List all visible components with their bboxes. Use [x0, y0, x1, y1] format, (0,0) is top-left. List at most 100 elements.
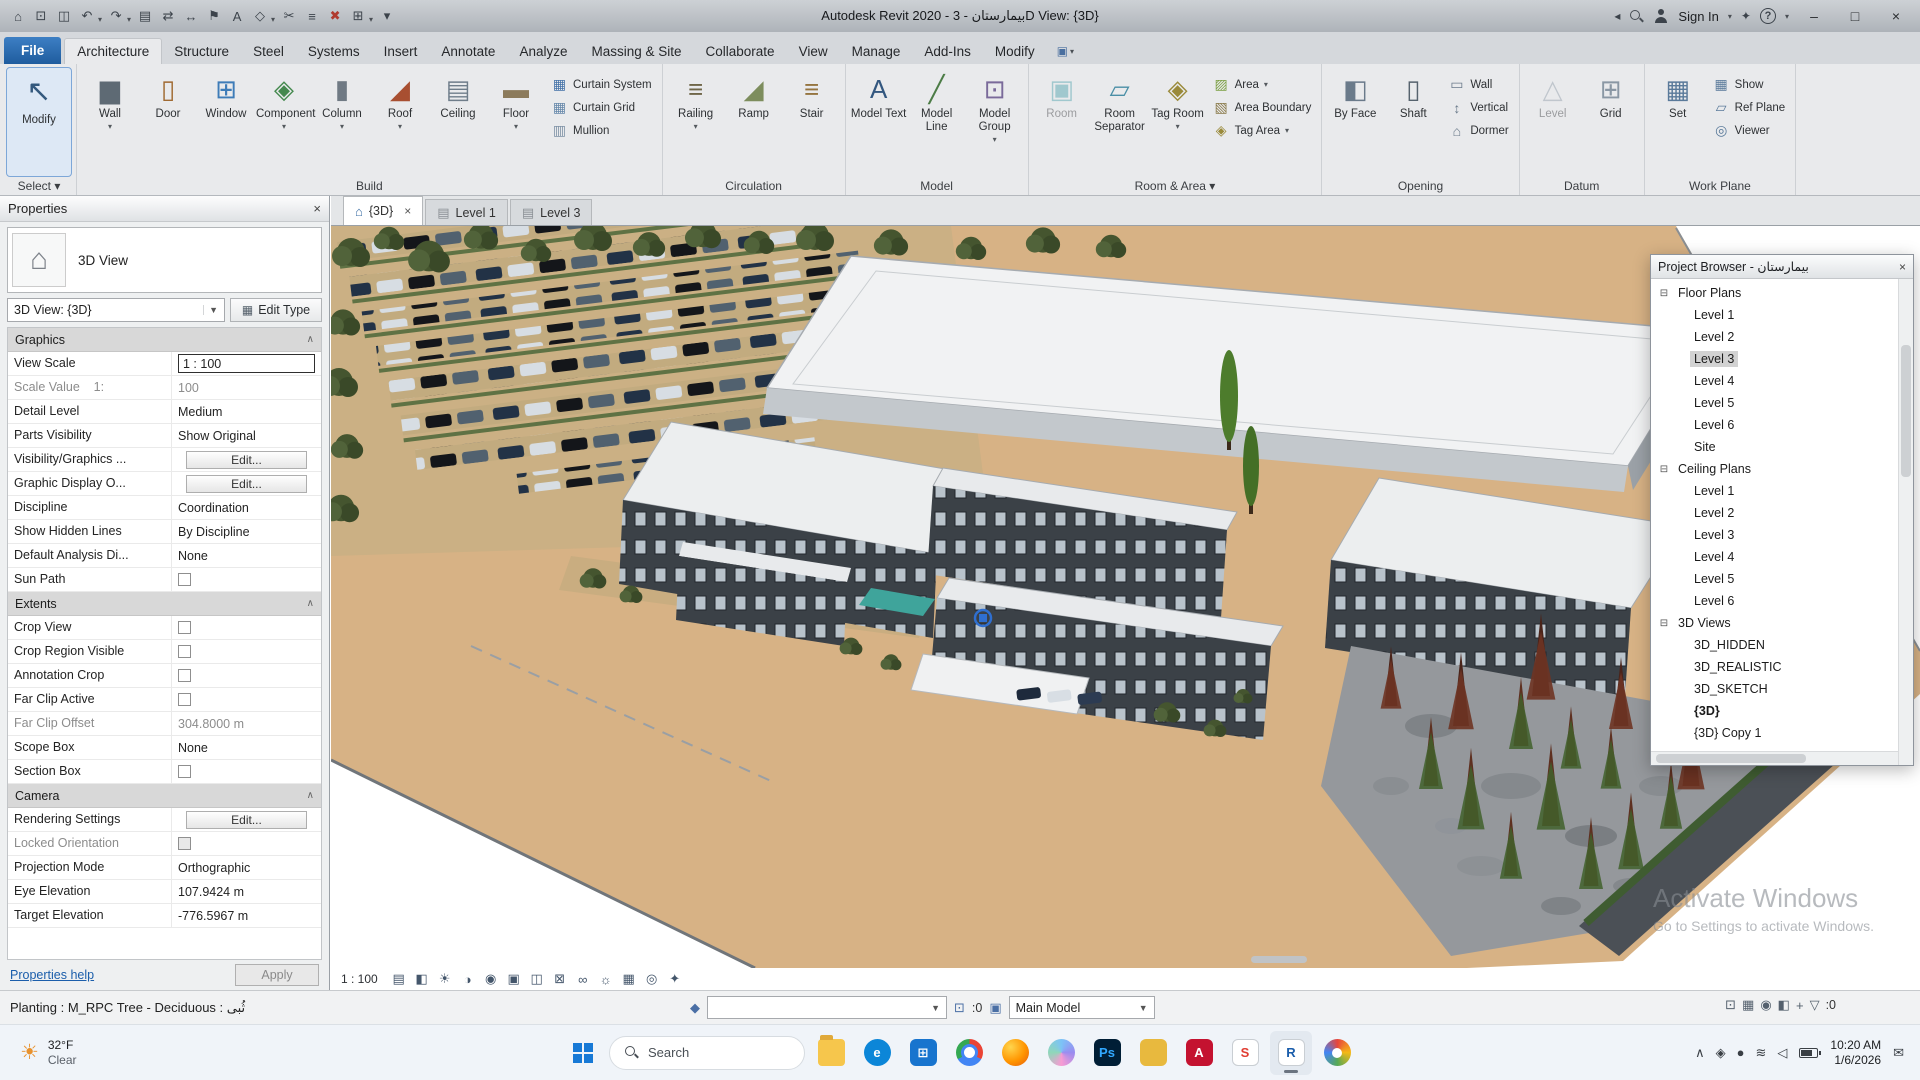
prop-button-rendering-settings[interactable]: Edit... — [186, 811, 307, 829]
customize-quick-access-icon[interactable]: ▾ — [377, 5, 397, 27]
browser-item-level-3[interactable]: Level 3 — [1651, 348, 1898, 370]
select-underlay-elements-icon[interactable]: ▦ — [1742, 997, 1754, 1013]
tray-overflow-chevron-icon[interactable]: ∧ — [1695, 1045, 1705, 1061]
copilot-icon[interactable] — [1040, 1031, 1082, 1075]
tool-ramp[interactable]: ◢Ramp — [726, 68, 782, 176]
tool-show[interactable]: ▦Show — [1708, 74, 1791, 95]
prop-checkbox-crop-view[interactable] — [178, 621, 191, 634]
tool-model-text[interactable]: AModel Text — [851, 68, 907, 176]
photoshop-icon[interactable]: Ps — [1086, 1031, 1128, 1075]
panel-label-model[interactable]: Model — [846, 176, 1028, 195]
select-elements-by-face-icon[interactable]: ◧ — [1778, 997, 1790, 1013]
app-store-icon[interactable]: ✦ — [1741, 9, 1751, 23]
browser-item-level-1[interactable]: Level 1 — [1651, 304, 1898, 326]
undo-dropdown-icon[interactable]: ▾ — [98, 15, 102, 24]
save-icon[interactable]: ◫ — [54, 5, 74, 27]
prop-value-scope-box[interactable]: None — [172, 736, 321, 759]
browser-hscroll-thumb[interactable] — [1656, 754, 1806, 763]
tool-room[interactable]: ▣Room — [1034, 68, 1090, 176]
browser-item-level-4[interactable]: Level 4 — [1651, 370, 1898, 392]
collapse-icon[interactable]: ⊟ — [1657, 288, 1671, 299]
sign-in-dropdown-icon[interactable]: ▾ — [1728, 12, 1732, 21]
collapse-icon[interactable]: ⊟ — [1657, 618, 1671, 629]
browser-vscroll-thumb[interactable] — [1901, 345, 1911, 477]
browser-item-level-5[interactable]: Level 5 — [1651, 392, 1898, 414]
type-selector[interactable]: ⌂ 3D View — [7, 227, 322, 293]
sun-path-icon[interactable]: ☀ — [435, 970, 455, 989]
reveal-hidden-elements-icon[interactable]: ☼ — [596, 970, 616, 989]
revit-icon[interactable]: R — [1270, 1031, 1312, 1075]
panel-label-build[interactable]: Build — [77, 176, 662, 195]
ribbon-tab-systems[interactable]: Systems — [296, 39, 372, 64]
panel-label-room-area[interactable]: Room & Area ▾ — [1029, 176, 1322, 195]
section-collapse-icon[interactable]: ∧ — [307, 598, 314, 609]
view-tab-3d[interactable]: ⌂{3D}× — [343, 196, 423, 225]
tool-tag-area[interactable]: ◈Tag Area▾ — [1208, 120, 1317, 141]
edit-type-button[interactable]: ▦ Edit Type — [230, 298, 322, 322]
help-dropdown-icon[interactable]: ▾ — [1785, 12, 1789, 21]
browser-item-3d-sketch[interactable]: 3D_SKETCH — [1651, 678, 1898, 700]
weather-widget[interactable]: ☀ 32°F Clear — [12, 1034, 85, 1072]
panel-label-opening[interactable]: Opening — [1322, 176, 1518, 195]
microsoft-store-icon[interactable]: ⊞ — [902, 1031, 944, 1075]
design-options-icon[interactable]: ▣ — [989, 1000, 1001, 1016]
tool-curtain-grid[interactable]: ▦Curtain Grid — [546, 97, 657, 118]
ribbon-tab-annotate[interactable]: Annotate — [429, 39, 507, 64]
tool-room-separator[interactable]: ▱Room Separator — [1092, 68, 1148, 176]
thin-lines-icon[interactable]: ≡ — [302, 5, 322, 27]
browser-item-3d-realistic[interactable]: 3D_REALISTIC — [1651, 656, 1898, 678]
default-3d-view-dropdown-icon[interactable]: ▾ — [271, 15, 275, 24]
tool-shaft[interactable]: ▯Shaft — [1385, 68, 1441, 176]
measure-icon[interactable]: ⇄ — [158, 5, 178, 27]
help-icon[interactable]: ? — [1760, 8, 1776, 24]
select-links-icon[interactable]: ⊡ — [1725, 997, 1736, 1013]
start-button[interactable] — [562, 1031, 604, 1075]
project-browser-close-icon[interactable]: × — [1899, 260, 1906, 274]
ribbon-tab-collaborate[interactable]: Collaborate — [694, 39, 787, 64]
design-option-combo[interactable]: Main Model ▼ — [1009, 996, 1155, 1019]
browser-item-level-6[interactable]: Level 6 — [1651, 590, 1898, 612]
browser-item-level-5[interactable]: Level 5 — [1651, 568, 1898, 590]
browser-item-3d-views[interactable]: ⊟3D Views — [1651, 612, 1898, 634]
tool-ref-plane[interactable]: ▱Ref Plane — [1708, 97, 1791, 118]
rendering-dialog-icon[interactable]: ◉ — [481, 970, 501, 989]
ribbon-tab-file[interactable]: File — [4, 37, 61, 64]
temporary-hide-isolate-icon[interactable]: ∞ — [573, 970, 593, 989]
lock-3d-view-icon[interactable]: ⊠ — [550, 970, 570, 989]
prop-value-scale-value-1[interactable]: 100 — [172, 376, 321, 399]
prop-button-graphic-display-o[interactable]: Edit... — [186, 475, 307, 493]
prop-value-default-analysis-di[interactable]: None — [172, 544, 321, 567]
tool-roof[interactable]: ◢Roof▾ — [372, 68, 428, 176]
analysis-display-icon[interactable]: ✦ — [665, 970, 685, 989]
prop-value-show-hidden-lines[interactable]: By Discipline — [172, 520, 321, 543]
prop-value-far-clip-offset[interactable]: 304.8000 m — [172, 712, 321, 735]
tool-dormer[interactable]: ⌂Dormer — [1443, 120, 1513, 141]
worksharing-display-icon[interactable]: ◎ — [642, 970, 662, 989]
security-shield-icon[interactable]: ◈ — [1716, 1045, 1726, 1061]
prop-checkbox-annotation-crop[interactable] — [178, 669, 191, 682]
prop-value-projection-mode[interactable]: Orthographic — [172, 856, 321, 879]
firefox-icon[interactable] — [994, 1031, 1036, 1075]
aligned-dimension-icon[interactable]: ↔ — [181, 5, 201, 27]
ribbon-display-options-dropdown-icon[interactable]: ▾ — [1070, 47, 1074, 64]
ribbon-tab-analyze[interactable]: Analyze — [507, 39, 579, 64]
tool-window[interactable]: ⊞Window — [198, 68, 254, 176]
prop-checkbox-sun-path[interactable] — [178, 573, 191, 586]
tool-model-line[interactable]: ╱Model Line — [909, 68, 965, 176]
ribbon-tab-manage[interactable]: Manage — [840, 39, 913, 64]
redo-dropdown-icon[interactable]: ▾ — [127, 15, 131, 24]
shadows-icon[interactable]: ◑ — [458, 970, 478, 989]
undo-icon[interactable]: ↶ — [77, 5, 97, 27]
search-icon[interactable] — [1629, 9, 1644, 24]
workset-combo[interactable]: ▼ — [707, 996, 947, 1019]
tool-component[interactable]: ◈Component▾ — [256, 68, 312, 176]
prop-value-detail-level[interactable]: Medium — [172, 400, 321, 423]
tool-set[interactable]: ▦Set — [1650, 68, 1706, 176]
apply-button[interactable]: Apply — [235, 964, 319, 986]
tool-mullion[interactable]: ▥Mullion — [546, 120, 657, 141]
prop-checkbox-far-clip-active[interactable] — [178, 693, 191, 706]
ribbon-tab-massing-site[interactable]: Massing & Site — [579, 39, 693, 64]
prop-input-view-scale[interactable]: 1 : 100 — [178, 354, 315, 373]
worksets-icon[interactable]: ◆ — [690, 1000, 700, 1016]
tool-stair[interactable]: ≡Stair — [784, 68, 840, 176]
